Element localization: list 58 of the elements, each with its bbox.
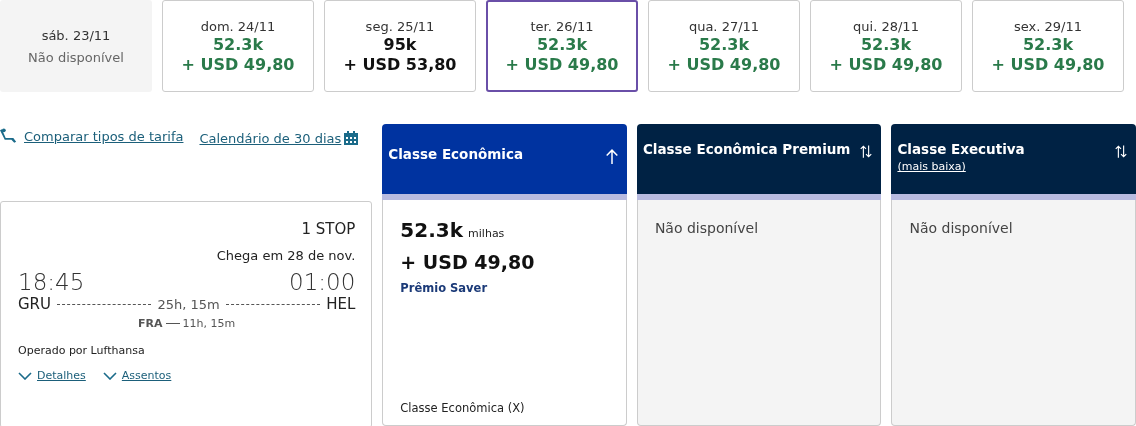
compare-fares-link[interactable]: Comparar tipos de tarifa (24, 128, 184, 144)
departure-time: 18:45 (18, 269, 85, 295)
details-link[interactable]: Detalhes (37, 369, 86, 382)
date-card[interactable]: dom. 24/11 52.3k + USD 49,80 (162, 0, 314, 92)
miles-text: 52.3k (212, 34, 264, 54)
price-text: + USD 53,80 (343, 54, 457, 74)
unavailable-text: Não disponível (28, 49, 124, 65)
layover-airport: FRA (138, 317, 163, 330)
date-label: sáb. 23/11 (41, 27, 111, 43)
miles-text: 52.3k (536, 34, 588, 54)
date-label: dom. 24/11 (200, 18, 276, 34)
price-text: + USD 49,80 (505, 54, 619, 74)
date-label: ter. 26/11 (530, 18, 594, 34)
unavailable-text: Não disponível (909, 220, 1013, 236)
destination-code: HEL (326, 295, 356, 313)
arrival-time: 01:00 (289, 269, 356, 295)
cabin-text: Classe Econômica (X) (400, 401, 526, 415)
date-card[interactable]: ter. 26/11 52.3k + USD 49,80 (486, 0, 638, 92)
chevron-down-icon (102, 371, 117, 380)
calendar-icon (344, 130, 359, 145)
duration-text: 25h, 15m (157, 296, 220, 312)
fare-class-title: Classe Econômica Premium (642, 141, 851, 157)
fare-card[interactable]: 52.3k milhas + USD 49,80 Prêmio Saver Classe Econômica (X) (382, 200, 627, 426)
fare-column-header[interactable]: Classe Econômica (382, 124, 627, 194)
seats-link[interactable]: Assentos (121, 369, 172, 382)
calendar-link[interactable]: Calendário de 30 dias (199, 130, 342, 146)
fare-column-header[interactable]: Classe Executiva (mais baixa) (891, 124, 1136, 194)
stops-text: 1 STOP (300, 220, 356, 238)
arrival-note: Chega em 28 de nov. (215, 248, 356, 263)
unavailable-text: Não disponível (654, 220, 759, 236)
price-text: + USD 49,80 (181, 54, 295, 74)
miles-text: 52.3k (860, 34, 912, 54)
date-label: qua. 27/11 (688, 18, 760, 34)
price-text: + USD 49,80 (400, 251, 536, 273)
award-label: Prêmio Saver (400, 281, 489, 295)
miles-text: 95k (383, 34, 417, 54)
price-text: + USD 49,80 (991, 54, 1105, 74)
fare-class-title: Classe Econômica (388, 146, 524, 162)
date-card[interactable]: qui. 28/11 52.3k + USD 49,80 (810, 0, 962, 92)
chevron-down-icon (18, 371, 32, 380)
origin-code: GRU (18, 295, 52, 313)
operator-text: Operado por Lufthansa (18, 344, 146, 357)
price-text: + USD 49,80 (829, 54, 943, 74)
date-card[interactable]: seg. 25/11 95k + USD 53,80 (324, 0, 476, 92)
price-text: + USD 49,80 (667, 54, 781, 74)
miles-unit: milhas (468, 227, 505, 240)
miles-text: 52.3k (1022, 34, 1074, 54)
lowest-link[interactable]: (mais baixa) (897, 160, 1025, 173)
date-card[interactable]: qua. 27/11 52.3k + USD 49,80 (648, 0, 800, 92)
date-label: sex. 29/11 (1014, 18, 1082, 34)
date-label: seg. 25/11 (365, 18, 435, 34)
miles-text: 52.3k (698, 34, 750, 54)
date-label: qui. 28/11 (853, 18, 919, 34)
layover-duration: 11h, 15m (182, 317, 236, 330)
date-card[interactable]: sex. 29/11 52.3k + USD 49,80 (972, 0, 1124, 92)
miles-amount: 52.3k (400, 218, 463, 242)
fare-class-title: Classe Executiva (897, 141, 1025, 157)
fare-column-header[interactable]: Classe Econômica Premium (636, 124, 882, 194)
